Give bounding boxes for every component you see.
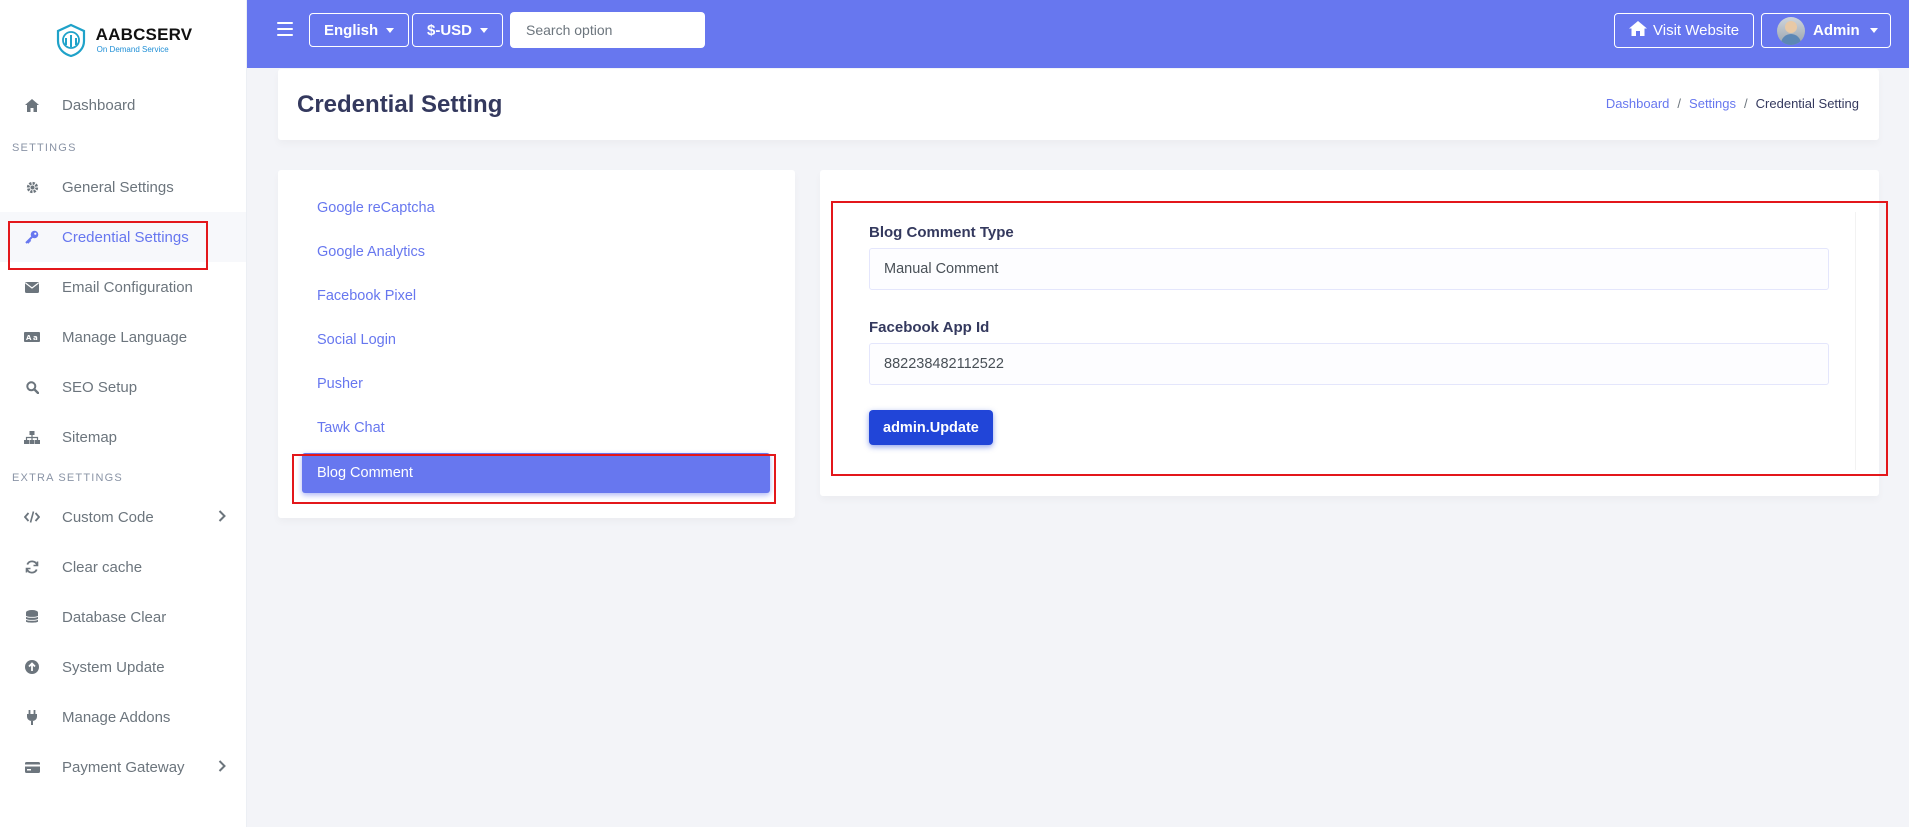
breadcrumb-current: Credential Setting: [1755, 96, 1859, 111]
sidebar-item-manage-addons[interactable]: Manage Addons: [0, 692, 246, 742]
menu-header-settings: SETTINGS: [12, 142, 77, 154]
top-navbar: English $-USD Visit Website Admin: [247, 0, 1909, 68]
nav-pusher[interactable]: Pusher: [302, 364, 770, 404]
nav-social-login[interactable]: Social Login: [302, 320, 770, 360]
credential-nav-card: Google reCaptcha Google Analytics Facebo…: [278, 170, 795, 518]
language-dropdown[interactable]: English: [309, 13, 410, 47]
nav-blog-comment[interactable]: Blog Comment: [302, 453, 770, 493]
nav-facebook-pixel[interactable]: Facebook Pixel: [302, 276, 770, 316]
menu-header-extra-settings: EXTRA SETTINGS: [12, 472, 123, 484]
key-icon: [24, 229, 40, 245]
sidebar-item-label: Payment Gateway: [62, 758, 185, 776]
nav-google-recaptcha[interactable]: Google reCaptcha: [302, 188, 770, 228]
svg-text:A: A: [26, 334, 32, 342]
sidebar-item-label: Manage Addons: [62, 708, 171, 726]
sidebar-item-clear-cache[interactable]: Clear cache: [0, 542, 246, 592]
search-icon: [24, 379, 40, 395]
sidebar: AABCSERV On Demand Service Dashboard SET…: [0, 0, 247, 827]
avatar: [1777, 16, 1805, 45]
sidebar-item-payment-gateway[interactable]: Payment Gateway: [0, 742, 246, 792]
brand[interactable]: AABCSERV On Demand Service: [0, 0, 246, 80]
sidebar-item-dashboard[interactable]: Dashboard: [0, 80, 246, 130]
page-title: Credential Setting: [297, 91, 503, 118]
sidebar-item-label: Dashboard: [62, 96, 136, 114]
sidebar-item-label: Custom Code: [62, 508, 154, 526]
home-icon: [24, 97, 40, 113]
sidebar-item-database-clear[interactable]: Database Clear: [0, 592, 246, 642]
blog-comment-form-card: Blog Comment Type Manual Comment Faceboo…: [820, 170, 1879, 496]
nav-tawk-chat[interactable]: Tawk Chat: [302, 408, 770, 448]
visit-website-label: Visit Website: [1653, 22, 1740, 39]
currency-dropdown-label: $-USD: [427, 21, 473, 39]
gear-icon: [24, 179, 40, 195]
facebook-app-id-label: Facebook App Id: [869, 319, 990, 336]
plug-icon: [24, 709, 40, 725]
sidebar-item-label: System Update: [62, 658, 165, 676]
menu-toggle-icon[interactable]: [277, 22, 293, 38]
database-icon: [24, 609, 40, 625]
sidebar-item-general-settings[interactable]: General Settings: [0, 162, 246, 212]
sync-icon: [24, 559, 40, 575]
currency-dropdown[interactable]: $-USD: [412, 13, 504, 47]
sidebar-item-label: Manage Language: [62, 328, 188, 346]
sidebar-item-label: Database Clear: [62, 608, 167, 626]
comment-type-label: Blog Comment Type: [869, 224, 1014, 241]
nav-google-analytics[interactable]: Google Analytics: [302, 232, 770, 272]
brand-name: AABCSERV: [95, 25, 193, 44]
envelope-icon: [24, 279, 40, 295]
chevron-right-icon: [218, 759, 226, 776]
sidebar-item-label: Email Configuration: [62, 278, 193, 296]
breadcrumb-separator: /: [1744, 96, 1748, 111]
language-dropdown-label: English: [324, 21, 379, 39]
sidebar-item-label: Sitemap: [62, 428, 118, 446]
divider: [1855, 212, 1856, 470]
sidebar-item-seo-setup[interactable]: SEO Setup: [0, 362, 246, 412]
code-icon: [24, 509, 40, 525]
search-input[interactable]: [510, 12, 705, 48]
brand-tagline: On Demand Service: [96, 45, 169, 54]
caret-down-icon: [386, 27, 395, 33]
sidebar-item-label: General Settings: [62, 178, 174, 196]
breadcrumb: Dashboard / Settings / Credential Settin…: [1606, 96, 1859, 111]
upload-icon: [24, 659, 40, 675]
breadcrumb-dashboard[interactable]: Dashboard: [1606, 96, 1670, 111]
sitemap-icon: [24, 429, 40, 445]
credit-card-icon: [24, 759, 40, 775]
sidebar-item-label: SEO Setup: [62, 378, 138, 396]
chevron-right-icon: [218, 509, 226, 526]
language-icon: Aa: [24, 329, 40, 345]
home-icon: [1629, 21, 1647, 40]
sidebar-item-label: Clear cache: [62, 558, 143, 576]
page-header: Credential Setting Dashboard / Settings …: [278, 69, 1879, 140]
sidebar-item-credential-settings[interactable]: Credential Settings: [0, 212, 246, 262]
comment-type-select[interactable]: Manual Comment: [869, 248, 1829, 290]
breadcrumb-separator: /: [1677, 96, 1682, 111]
svg-text:a: a: [33, 334, 38, 342]
sidebar-item-sitemap[interactable]: Sitemap: [0, 412, 246, 462]
sidebar-item-label: Credential Settings: [62, 228, 189, 246]
breadcrumb-settings[interactable]: Settings: [1689, 96, 1736, 111]
caret-down-icon: [1869, 28, 1878, 33]
brand-logo-icon: [56, 23, 85, 57]
sidebar-item-email-configuration[interactable]: Email Configuration: [0, 262, 246, 312]
facebook-app-id-input[interactable]: 882238482112522: [869, 343, 1829, 385]
caret-down-icon: [480, 27, 489, 33]
user-menu-dropdown[interactable]: Admin: [1761, 13, 1891, 48]
user-name: Admin: [1813, 22, 1860, 39]
sidebar-item-manage-language[interactable]: Aa Manage Language: [0, 312, 246, 362]
sidebar-item-custom-code[interactable]: Custom Code: [0, 492, 246, 542]
update-button[interactable]: admin.Update: [869, 410, 993, 445]
sidebar-item-system-update[interactable]: System Update: [0, 642, 246, 692]
visit-website-button[interactable]: Visit Website: [1614, 13, 1755, 48]
